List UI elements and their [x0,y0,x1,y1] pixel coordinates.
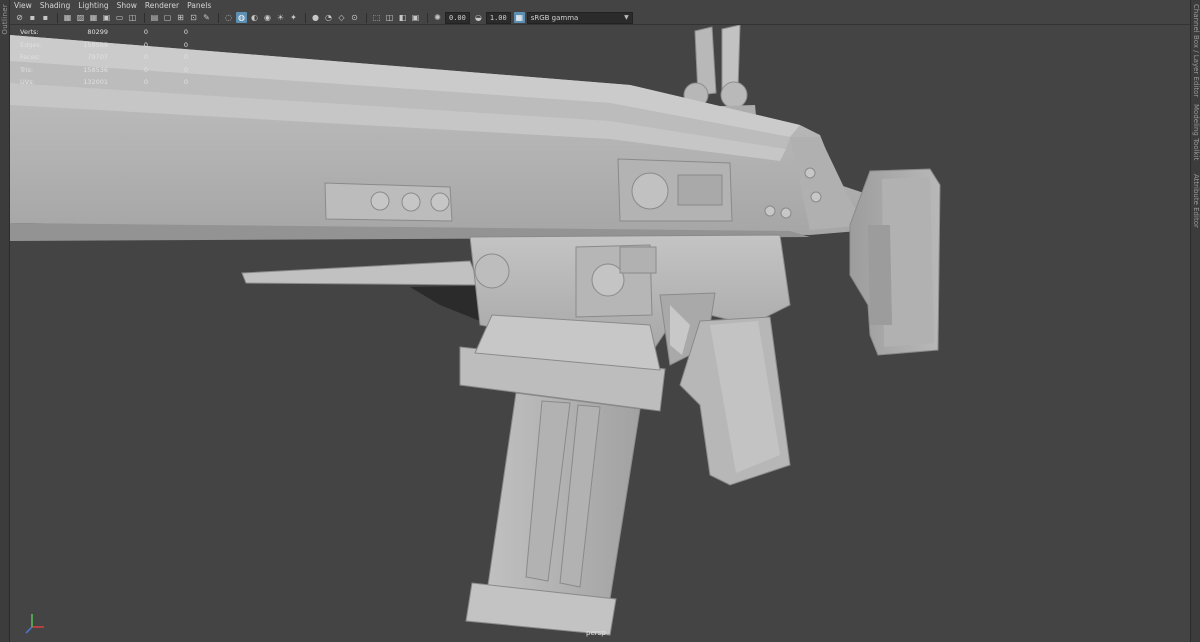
xray-components-icon[interactable]: ▣ [410,12,421,23]
poly-count-hud: Verts: 80299 0 0 Edges: 159589 0 0 Faces… [20,26,188,89]
hud-value: 79707 [87,53,108,62]
camera-name-label: persp [586,629,606,637]
xray-icon[interactable]: ◫ [384,12,395,23]
toolbar-separator [57,12,58,23]
menu-view[interactable]: View [10,0,36,11]
ambient-occlusion-icon[interactable]: ● [310,12,321,23]
toolbar-separator [144,12,145,23]
toolbar-separator [366,12,367,23]
menu-show[interactable]: Show [113,0,141,11]
grid-icon[interactable]: ▦ [88,12,99,23]
hud-value: 80299 [87,28,108,37]
field-chart-icon[interactable]: ▤ [149,12,160,23]
hud-value: 0 [183,40,188,49]
menu-lighting[interactable]: Lighting [74,0,112,11]
outliner-label[interactable]: Outliner [1,4,9,35]
exposure-field[interactable]: 0.00 [445,11,470,24]
tab-attribute-editor[interactable]: Attribute Editor [1192,174,1200,228]
hud-label: Verts: [20,28,39,37]
toolbar-separator [305,12,306,23]
depth-of-field-icon[interactable]: ⊙ [349,12,360,23]
perspective-viewport[interactable]: Verts: 80299 0 0 Edges: 159589 0 0 Faces… [10,25,1190,642]
safe-title-icon[interactable]: ⊞ [175,12,186,23]
hud-value: 0 [143,65,148,74]
pan-zoom-icon[interactable]: ⊡ [188,12,199,23]
wireframe-icon[interactable]: ◌ [223,12,234,23]
menu-renderer[interactable]: Renderer [141,0,183,11]
toolbar-separator [427,12,428,23]
image-plane-icon[interactable]: ▨ [75,12,86,23]
motion-blur-icon[interactable]: ◔ [323,12,334,23]
film-gate-icon[interactable]: ▣ [101,12,112,23]
grease-pencil-icon[interactable]: ✎ [201,12,212,23]
textured-icon[interactable]: ◉ [262,12,273,23]
resolution-gate-icon[interactable]: ▭ [114,12,125,23]
hud-value: 0 [143,28,148,37]
menu-panels[interactable]: Panels [183,0,215,11]
viewport-toolbar: ⊘ ▪ ▪ ▦ ▨ ▦ ▣ ▭ ◫ ▤ ▢ ⊞ ⊡ ✎ ◌ ◍ ◐ ◉ ☀ ✦ … [10,11,1190,25]
tab-channel-box[interactable]: Channel Box / Layer Editor [1192,4,1200,97]
outliner-panel[interactable]: Outliner [0,0,10,642]
hud-value: 132001 [83,78,108,87]
select-camera-icon[interactable]: ⊘ [14,12,25,23]
view-transform-value: sRGB gamma [530,13,579,22]
hud-row-faces: Faces: 79707 0 0 [20,51,188,64]
camera-attributes-icon[interactable]: ▪ [40,12,51,23]
hud-value: 159589 [83,40,108,49]
pistol-grip [679,316,791,486]
bookmarks-icon[interactable]: ▦ [62,12,73,23]
xray-joints-icon[interactable]: ◧ [397,12,408,23]
hud-label: Faces: [20,53,41,62]
hud-value: 0 [183,53,188,62]
toolbar-separator [218,12,219,23]
gate-mask-icon[interactable]: ◫ [127,12,138,23]
safe-action-icon[interactable]: ▢ [162,12,173,23]
gamma-icon[interactable]: ◒ [473,12,484,23]
color-management-icon[interactable]: ▦ [513,12,525,23]
hud-label: UVs: [20,78,35,87]
hud-row-tris: Tris: 158536 0 0 [20,64,188,77]
hud-label: Edges: [20,40,42,49]
hud-label: Tris: [20,65,34,74]
menu-shading[interactable]: Shading [36,0,74,11]
side-button-plate [324,182,453,222]
lower-rail [241,260,510,325]
hud-value: 0 [143,53,148,62]
multisample-aa-icon[interactable]: ◇ [336,12,347,23]
smooth-shade-icon[interactable]: ◍ [236,12,247,23]
magazine [459,314,666,636]
hud-row-verts: Verts: 80299 0 0 [20,26,188,39]
tab-modeling-toolkit[interactable]: Modeling Toolkit [1192,104,1200,160]
shadows-icon[interactable]: ✦ [288,12,299,23]
use-all-lights-icon[interactable]: ☀ [275,12,286,23]
wireframe-on-shaded-icon[interactable]: ◐ [249,12,260,23]
gamma-field[interactable]: 1.00 [485,11,511,24]
hud-row-uvs: UVs: 132001 0 0 [20,76,188,89]
axis-gizmo-icon [25,614,44,634]
lock-camera-icon[interactable]: ▪ [27,12,38,23]
right-side-panel: Channel Box / Layer Editor Modeling Tool… [1190,0,1200,642]
isolate-select-icon[interactable]: ⬚ [371,12,382,23]
hud-value: 0 [183,78,188,87]
hud-row-edges: Edges: 159589 0 0 [20,39,188,52]
rifle-model [10,25,941,636]
stock [849,168,941,356]
view-transform-dropdown[interactable]: sRGB gamma ▼ [526,11,633,24]
hud-value: 158536 [83,65,108,74]
viewport-menubar: View Shading Lighting Show Renderer Pane… [10,0,1190,11]
hud-value: 0 [143,78,148,87]
hud-value: 0 [183,28,188,37]
chevron-down-icon: ▼ [624,13,629,21]
exposure-icon[interactable]: ✺ [432,12,443,23]
hud-value: 0 [143,40,148,49]
hud-value: 0 [183,65,188,74]
